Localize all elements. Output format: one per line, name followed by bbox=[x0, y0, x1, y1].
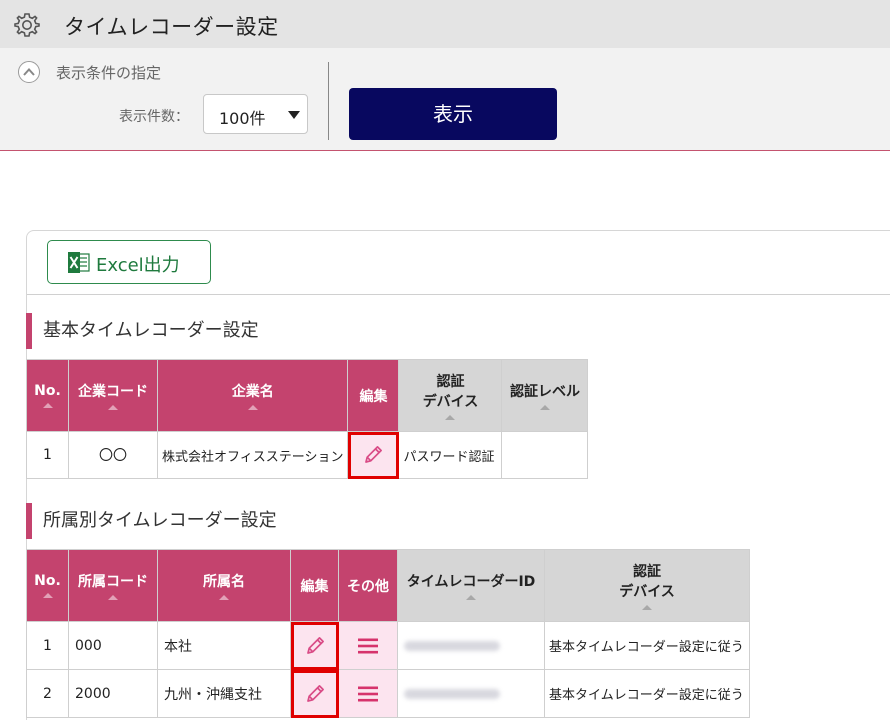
divider bbox=[328, 62, 329, 140]
pencil-icon bbox=[306, 636, 324, 654]
gear-icon[interactable] bbox=[13, 11, 41, 39]
sort-icon bbox=[42, 593, 53, 598]
menu-icon bbox=[358, 638, 378, 653]
sort-icon bbox=[42, 403, 53, 408]
masked-value bbox=[404, 688, 500, 699]
filter-section-label: 表示条件の指定 bbox=[56, 64, 162, 82]
sort-icon bbox=[108, 595, 118, 600]
section-title-dept: 所属別タイムレコーダー設定 bbox=[26, 503, 277, 539]
sort-icon bbox=[445, 415, 456, 420]
cell-recorder-id bbox=[397, 669, 545, 718]
sort-icon bbox=[642, 605, 652, 610]
cell-no: 2 bbox=[26, 669, 69, 718]
basic-settings-table: No. 企業コード 企業名 編集 認証 デバイス 認証レベル 1 〇〇 株式会社オ… bbox=[26, 359, 589, 479]
col-header-dept-code[interactable]: 所属コード bbox=[68, 549, 158, 622]
title-bar: タイムレコーダー設定 bbox=[0, 0, 890, 48]
sort-icon bbox=[108, 405, 118, 410]
pencil-icon bbox=[365, 446, 383, 463]
masked-value bbox=[404, 640, 500, 651]
excel-export-button[interactable]: Excel出力 bbox=[47, 240, 211, 284]
page-title: タイムレコーダー設定 bbox=[64, 15, 279, 39]
filter-panel: 表示条件の指定 表示件数： 100件 表示 bbox=[0, 48, 890, 151]
col-header-no[interactable]: No. bbox=[26, 549, 69, 622]
excel-icon bbox=[68, 252, 90, 273]
col-header-other: その他 bbox=[338, 549, 398, 622]
col-header-auth-device[interactable]: 認証 デバイス bbox=[398, 359, 503, 432]
excel-export-label: Excel出力 bbox=[96, 255, 180, 276]
cell-dept-name: 九州・沖縄支社 bbox=[157, 669, 291, 718]
cell-no: 1 bbox=[26, 431, 69, 479]
col-header-edit: 編集 bbox=[290, 549, 339, 622]
other-menu-button[interactable] bbox=[338, 669, 398, 718]
other-menu-button[interactable] bbox=[338, 621, 398, 670]
sort-icon bbox=[219, 595, 229, 600]
table-row: 1 〇〇 株式会社オフィスステーション パスワード認証 bbox=[26, 431, 589, 479]
table-header-row: No. 企業コード 企業名 編集 認証 デバイス 認証レベル bbox=[26, 359, 589, 432]
col-header-edit: 編集 bbox=[347, 359, 400, 432]
cell-company-name: 株式会社オフィスステーション bbox=[156, 431, 349, 479]
cell-auth-device: 基本タイムレコーダー設定に従う bbox=[544, 669, 750, 718]
dept-settings-table: No. 所属コード 所属名 編集 その他 タイムレコーダーID 認証 デバイス 1… bbox=[26, 549, 750, 718]
cell-dept-name: 本社 bbox=[157, 621, 291, 670]
col-header-dept-name[interactable]: 所属名 bbox=[157, 549, 291, 622]
sort-icon bbox=[539, 405, 550, 410]
cell-dept-code: 2000 bbox=[68, 669, 158, 718]
panel-toolbar: Excel出力 bbox=[27, 231, 890, 295]
menu-icon bbox=[358, 686, 378, 701]
table-header-row: No. 所属コード 所属名 編集 その他 タイムレコーダーID 認証 デバイス bbox=[26, 549, 750, 622]
cell-auth-level bbox=[501, 431, 589, 479]
cell-auth-device: 基本タイムレコーダー設定に従う bbox=[544, 621, 750, 670]
sort-icon bbox=[247, 405, 258, 410]
pencil-icon bbox=[306, 684, 324, 702]
table-row: 1 000 本社 基本タイムレコーダー設定に従う bbox=[26, 621, 750, 670]
table-row: 2 2000 九州・沖縄支社 基本タイムレコーダー設定に従う bbox=[26, 669, 750, 718]
cell-company-code: 〇〇 bbox=[68, 431, 158, 479]
col-header-company-name[interactable]: 企業名 bbox=[156, 359, 349, 432]
show-button[interactable]: 表示 bbox=[349, 88, 557, 140]
col-header-auth-device[interactable]: 認証 デバイス bbox=[544, 549, 750, 622]
sort-icon bbox=[466, 595, 476, 600]
display-count-label: 表示件数： bbox=[119, 109, 189, 125]
cell-no: 1 bbox=[26, 621, 69, 670]
display-count-select[interactable]: 100件 bbox=[203, 94, 308, 134]
edit-button[interactable] bbox=[290, 621, 339, 670]
col-header-company-code[interactable]: 企業コード bbox=[68, 359, 158, 432]
display-count-value: 100件 bbox=[219, 109, 266, 128]
edit-button[interactable] bbox=[290, 669, 339, 718]
section-title-basic: 基本タイムレコーダー設定 bbox=[26, 313, 259, 349]
caret-down-icon bbox=[288, 111, 300, 119]
edit-button[interactable] bbox=[347, 431, 400, 479]
collapse-toggle[interactable] bbox=[18, 61, 40, 83]
chevron-up-icon bbox=[23, 68, 35, 76]
cell-recorder-id bbox=[397, 621, 545, 670]
cell-auth-device: パスワード認証 bbox=[398, 431, 503, 479]
col-header-recorder-id[interactable]: タイムレコーダーID bbox=[397, 549, 545, 622]
col-header-auth-level[interactable]: 認証レベル bbox=[501, 359, 589, 432]
col-header-no[interactable]: No. bbox=[26, 359, 69, 432]
cell-dept-code: 000 bbox=[68, 621, 158, 670]
